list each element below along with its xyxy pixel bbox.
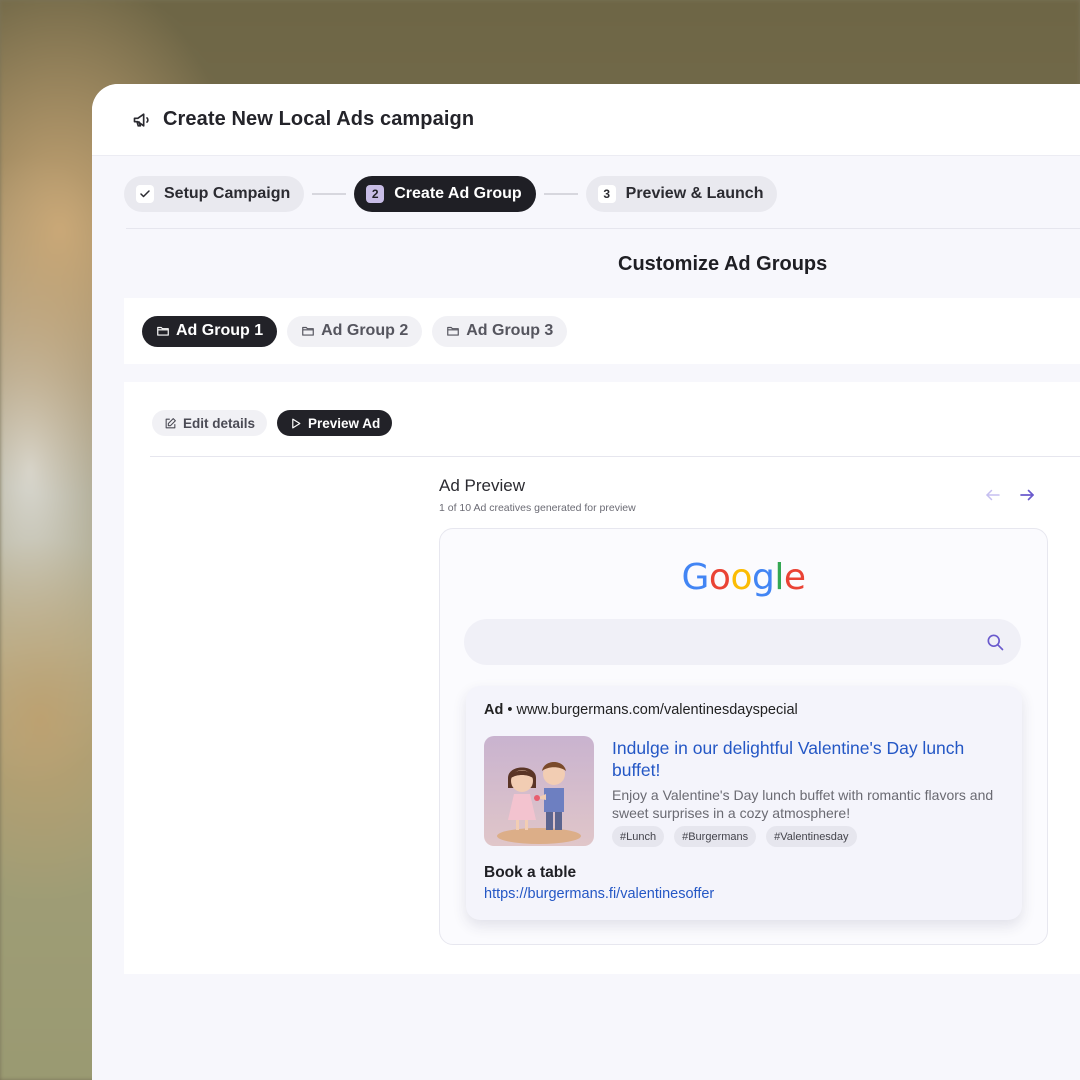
folder-icon [156,324,170,338]
tab-ad-group-1[interactable]: Ad Group 1 [142,315,278,347]
step-label: Create Ad Group [394,185,522,202]
ad-image [484,736,594,846]
page-title: Create New Local Ads campaign [163,108,475,130]
tab-label: Ad Group 1 [176,322,264,339]
button-label: Edit details [183,415,256,431]
step-number: 2 [366,185,385,203]
ad-headline-link[interactable]: Indulge in our delightful Valentine's Da… [612,737,1012,781]
ad-description: Enjoy a Valentine's Day lunch buffet wit… [612,787,994,821]
play-icon [289,417,302,430]
folder-icon [301,324,315,338]
step-setup-campaign[interactable]: Setup Campaign [124,176,305,212]
megaphone-icon [132,110,152,130]
check-icon [136,185,154,203]
google-logo: Google [681,557,806,598]
ad-preview-title: Ad Preview [439,476,525,495]
tab-label: Ad Group 2 [321,322,409,339]
creative-navigation [984,486,1036,504]
ad-tags: #Lunch #Burgermans #Valentinesday [612,826,857,847]
divider [126,228,1080,229]
step-connector [543,193,578,195]
ad-group-tabs: Ad Group 1 Ad Group 2 Ad Group 3 [124,298,1080,364]
step-create-ad-group[interactable]: 2 Create Ad Group [354,176,536,212]
step-preview-launch[interactable]: 3 Preview & Launch [585,176,778,212]
tag-chip: #Lunch [612,826,665,847]
ad-separator: • [507,702,513,718]
sitelink-url[interactable]: https://burgermans.fi/valentinesoffer [484,886,714,902]
tab-ad-group-3[interactable]: Ad Group 3 [432,315,568,347]
preview-ad-button[interactable]: Preview Ad [277,410,393,436]
ad-url-line: Ad • www.burgermans.com/valentinesdayspe… [484,702,798,718]
divider [150,456,1080,457]
sitelink-title[interactable]: Book a table [484,864,576,882]
button-label: Preview Ad [308,415,381,431]
step-label: Preview & Launch [625,185,764,202]
search-input[interactable] [464,619,1021,665]
tag-chip: #Valentinesday [766,826,857,847]
step-connector [312,193,347,195]
panel-actions: Edit details Preview Ad [152,410,393,436]
campaign-stepper: Setup Campaign 2 Create Ad Group 3 Previ… [124,176,778,212]
ad-preview-subtitle: 1 of 10 Ad creatives generated for previ… [439,502,636,514]
window-titlebar: Create New Local Ads campaign [92,84,1080,156]
ad-display-url[interactable]: www.burgermans.com/valentinesdayspecial [516,702,797,718]
search-preview-card: Google Ad • www.burgermans.com/valentine… [439,528,1048,945]
ad-group-panel: Edit details Preview Ad Ad Preview 1 of … [124,382,1080,974]
ad-label: Ad [484,702,504,718]
edit-details-button[interactable]: Edit details [152,410,268,436]
tab-label: Ad Group 3 [466,322,554,339]
arrow-left-icon[interactable] [984,486,1002,504]
ad-result-card: Ad • www.burgermans.com/valentinesdayspe… [466,686,1022,920]
tab-ad-group-2[interactable]: Ad Group 2 [287,315,423,347]
ad-preview-header: Ad Preview 1 of 10 Ad creatives generate… [439,476,636,514]
folder-icon [446,324,460,338]
arrow-right-icon[interactable] [1018,486,1036,504]
section-title: Customize Ad Groups [618,253,828,275]
campaign-window: Create New Local Ads campaign Setup Camp… [92,84,1080,1080]
search-icon[interactable] [985,632,1005,652]
edit-icon [164,417,177,430]
step-number: 3 [597,185,616,203]
tag-chip: #Burgermans [674,826,757,847]
step-label: Setup Campaign [164,185,291,202]
